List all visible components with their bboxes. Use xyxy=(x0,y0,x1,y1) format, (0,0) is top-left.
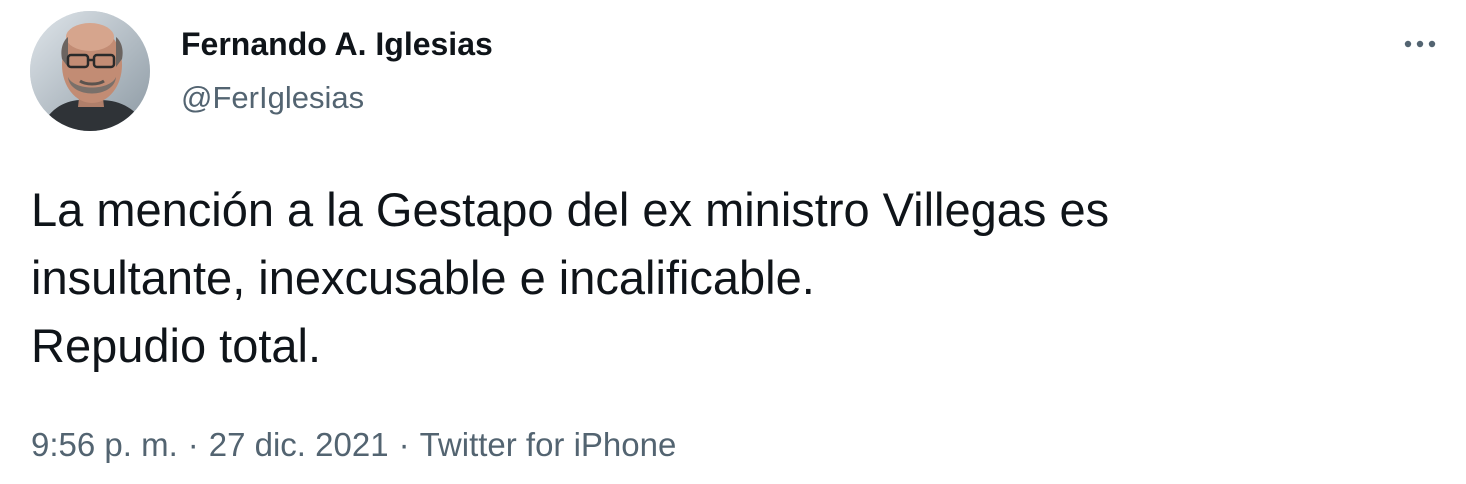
tweet-time[interactable]: 9:56 p. m. xyxy=(31,426,178,463)
meta-separator: · xyxy=(187,426,199,463)
tweet-text: La mención a la Gestapo del ex ministro … xyxy=(31,176,1431,380)
more-options-button[interactable] xyxy=(1398,30,1442,58)
profile-photo-icon xyxy=(30,11,150,131)
tweet-text-line: La mención a la Gestapo del ex ministro … xyxy=(31,183,1110,236)
more-options-icon xyxy=(1404,40,1436,48)
author-handle[interactable]: @FerIglesias xyxy=(181,78,493,118)
meta-separator: · xyxy=(398,426,410,463)
avatar[interactable] xyxy=(30,11,150,131)
tweet-card: Fernando A. Iglesias @FerIglesias La men… xyxy=(0,0,1466,484)
tweet-meta: 9:56 p. m. · 27 dic. 2021 · Twitter for iPho… xyxy=(31,423,676,467)
tweet-text-line: insultante, inexcusable e incalificable. xyxy=(31,251,815,304)
author-display-name[interactable]: Fernando A. Iglesias xyxy=(181,24,493,64)
author-info: Fernando A. Iglesias @FerIglesias xyxy=(181,24,493,118)
tweet-source[interactable]: Twitter for iPhone xyxy=(420,426,677,463)
tweet-date[interactable]: 27 dic. 2021 xyxy=(209,426,389,463)
tweet-text-line: Repudio total. xyxy=(31,319,322,372)
